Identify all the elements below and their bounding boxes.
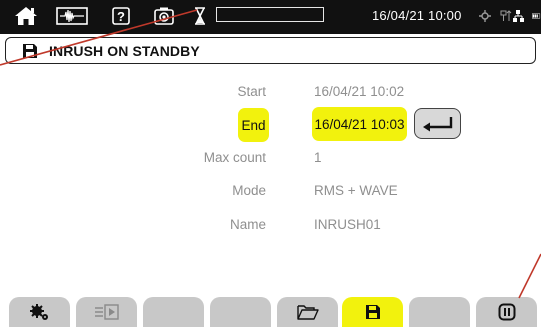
tab-pause[interactable]	[476, 297, 537, 327]
max-count-value: 1	[314, 150, 322, 165]
settings-icon	[29, 304, 48, 320]
name-label: Name	[229, 217, 266, 232]
tab-list-play[interactable]	[76, 297, 137, 327]
end-label-text: End	[241, 117, 266, 133]
tab-empty-4[interactable]	[210, 297, 271, 327]
save-icon	[365, 305, 380, 319]
folder-open-icon	[296, 305, 319, 320]
status-datetime: 16/04/21 10:00	[372, 8, 462, 23]
save-icon	[22, 42, 39, 59]
help-icon[interactable]: ?	[110, 5, 132, 27]
svg-text:?: ?	[117, 9, 125, 24]
tab-bar	[0, 297, 541, 327]
end-label[interactable]: End	[238, 108, 269, 142]
pause-icon	[498, 303, 515, 321]
enter-button[interactable]	[414, 108, 461, 139]
pause-callout-line	[518, 253, 541, 299]
title-bar: INRUSH ON STANDBY	[5, 37, 536, 64]
waveform-mode-icon[interactable]	[56, 5, 88, 27]
usb-network-icon	[500, 5, 528, 27]
start-label: Start	[237, 84, 266, 99]
battery-icon	[532, 5, 541, 27]
progress-bar	[216, 7, 324, 22]
tab-open[interactable]	[277, 297, 338, 327]
tab-empty-7[interactable]	[409, 297, 470, 327]
camera-icon[interactable]	[152, 5, 176, 27]
mode-label: Mode	[232, 183, 266, 198]
enter-icon	[422, 116, 452, 131]
max-count-label: Max count	[203, 150, 266, 165]
tab-empty-3[interactable]	[143, 297, 204, 327]
page-title: INRUSH ON STANDBY	[49, 42, 200, 59]
gps-icon	[478, 5, 492, 27]
end-value-field[interactable]: 16/04/21 10:03	[312, 107, 407, 141]
start-value: 16/04/21 10:02	[314, 84, 405, 99]
mode-value: RMS + WAVE	[314, 183, 398, 198]
end-value-text: 16/04/21 10:03	[314, 116, 405, 132]
list-play-icon	[94, 304, 119, 320]
hourglass-icon	[192, 5, 208, 27]
tab-settings[interactable]	[9, 297, 70, 327]
status-bar: ? 16/04/21 10:00	[0, 0, 541, 34]
name-value: INRUSH01	[314, 217, 381, 232]
home-icon[interactable]	[12, 5, 40, 27]
tab-save[interactable]	[342, 297, 403, 327]
